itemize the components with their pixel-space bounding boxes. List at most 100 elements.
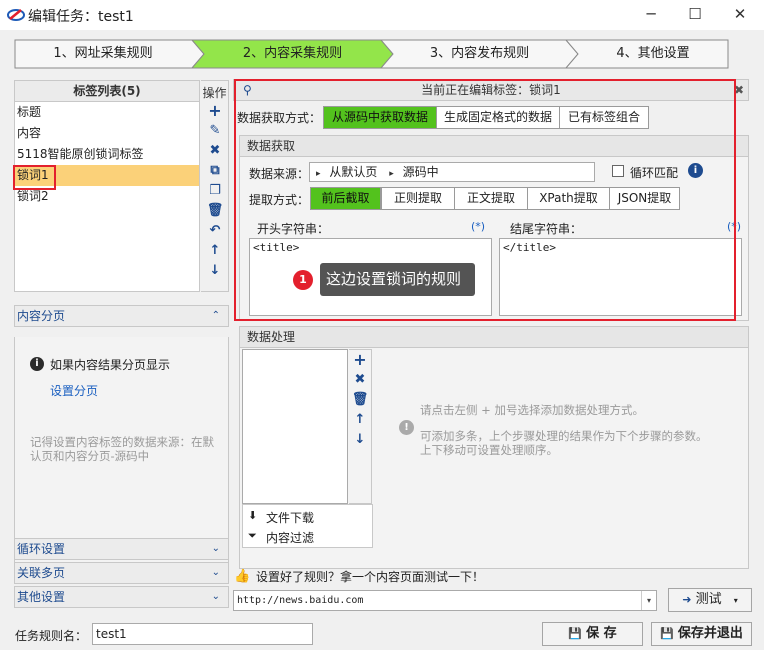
pencil-icon[interactable]: ✎ <box>201 121 229 141</box>
extract-before-after-button[interactable]: 前后截取 <box>310 187 381 210</box>
other-settings-label: 其他设置 <box>17 590 66 604</box>
ops-label: 操作 <box>202 86 227 100</box>
multi-page-label: 关联多页 <box>17 566 66 580</box>
source-path[interactable]: ▸ 从默认页 ▸ 源码中 <box>309 162 595 182</box>
close-icon[interactable]: ✖ <box>201 141 229 161</box>
callout-text: 这边设置锁词的规则 <box>320 263 476 296</box>
extract-regex-button[interactable]: 正则提取 <box>381 187 455 210</box>
end-string-label: 结尾字符串： <box>510 222 583 236</box>
arrow-up-icon[interactable]: ↑ <box>349 410 371 430</box>
content-paging-title: 内容分页 <box>17 309 66 323</box>
save-button[interactable]: 💾 保 存 <box>542 622 643 646</box>
save-exit-button[interactable]: 💾 保存并退出 <box>651 622 752 646</box>
test-prompt: 设置好了规则？拿一个内容页面测试一下！ <box>256 570 485 584</box>
fetch-method-label: 数据获取方式： <box>237 111 322 125</box>
window-title: 编辑任务：test1 <box>28 9 134 25</box>
trash-icon[interactable]: 🗑 <box>349 390 371 410</box>
tag-item-lockword1[interactable]: 锁词1 <box>15 165 199 186</box>
chevron-down-icon[interactable]: ▾ <box>641 591 656 610</box>
tag-list: 标题 内容 5118智能原创锁词标签 锁词1 锁词2 <box>14 102 200 292</box>
start-wildcard-link[interactable]: (*) <box>471 220 485 233</box>
loop-settings-bar[interactable]: 循环设置 ⌄ <box>14 538 229 560</box>
arrow-down-icon[interactable]: ↓ <box>349 430 371 450</box>
extract-json-button[interactable]: JSON提取 <box>609 187 680 210</box>
tag-operations: 操作 + ✎ ✖ ⧉ ❐ 🗑 ↶ ↑ ↓ <box>201 80 229 292</box>
download-icon: ⬇ <box>248 509 258 522</box>
save-icon: 💾 <box>660 627 674 640</box>
rule-name-label: 任务规则名： <box>15 629 88 643</box>
annotation-callout: 1 这边设置锁词的规则 <box>293 263 476 296</box>
loop-settings-label: 循环设置 <box>17 542 66 556</box>
step-content-rules[interactable]: 2、内容采集规则 <box>204 39 381 69</box>
process-ops: + ✖ 🗑 ↑ ↓ <box>349 349 372 504</box>
undo-icon[interactable]: ↶ <box>201 221 229 241</box>
close-button[interactable]: ✕ <box>717 0 763 30</box>
plus-icon[interactable]: + <box>201 101 229 121</box>
source-part-code: 源码中 <box>402 165 439 179</box>
process-list[interactable] <box>242 349 348 504</box>
save-exit-label: 保存并退出 <box>677 626 743 641</box>
paging-info-text: 如果内容结果分页显示 <box>50 358 171 372</box>
chevron-down-icon: ⌄ <box>211 591 220 602</box>
extract-label: 提取方式： <box>249 193 310 207</box>
pin-icon: ⚲ <box>243 83 252 97</box>
file-download-item[interactable]: 文件下载 <box>266 509 314 526</box>
minimize-button[interactable]: ─ <box>628 0 674 30</box>
main-area: 1、网址采集规则 2、内容采集规则 3、内容发布规则 4、其他设置 标签列表(5… <box>0 30 764 650</box>
chevron-down-icon: ⌄ <box>211 543 220 554</box>
title-bar: 编辑任务：test1 ─ ☐ ✕ <box>0 0 764 30</box>
arrow-down-icon[interactable]: ↓ <box>201 261 229 281</box>
source-part-default: 从默认页 <box>329 165 378 179</box>
paste-icon[interactable]: ❐ <box>201 181 229 201</box>
info-icon: i <box>30 357 44 371</box>
test-label: 测试 <box>695 592 722 607</box>
step-url-rules[interactable]: 1、网址采集规则 <box>14 39 192 69</box>
maximize-button[interactable]: ☐ <box>672 0 718 30</box>
set-paging-link[interactable]: 设置分页 <box>50 382 98 399</box>
process-hint-2: 可添加多条，上个步骤处理的结果作为下个步骤的参数。上下移动可设置处理顺序。 <box>420 429 708 457</box>
save-label: 保 存 <box>586 626 617 641</box>
tag-item-lockword2[interactable]: 锁词2 <box>15 186 199 207</box>
step-publish-rules[interactable]: 3、内容发布规则 <box>393 39 566 69</box>
step-other-settings[interactable]: 4、其他设置 <box>578 39 728 69</box>
data-fetch-title: 数据获取 <box>240 136 748 157</box>
chevron-up-icon: ⌃ <box>211 310 220 321</box>
arrow-up-icon[interactable]: ↑ <box>201 241 229 261</box>
copy-icon[interactable]: ⧉ <box>201 161 229 181</box>
multi-page-bar[interactable]: 关联多页 ⌄ <box>14 562 229 584</box>
info-icon: ! <box>399 420 414 435</box>
process-hint-1: 请点击左侧 + 加号选择添加数据处理方式。 <box>420 403 644 417</box>
editing-bar: ⚲ 当前正在编辑标签：锁词1 ✖ <box>233 79 749 101</box>
data-process-group: 数据处理 + ✖ 🗑 ↑ ↓ ⬇ 文件下载 ⏷ 内容过滤 请点击左侧 + 加号选… <box>239 326 749 569</box>
fetch-tag-combo-button[interactable]: 已有标签组合 <box>559 106 649 129</box>
data-process-title: 数据处理 <box>240 327 748 348</box>
test-url-input[interactable]: http://news.baidu.com <box>233 590 657 611</box>
tag-item-content[interactable]: 内容 <box>15 123 199 144</box>
tag-item-title[interactable]: 标题 <box>15 102 199 123</box>
close-icon[interactable]: ✖ <box>734 80 744 100</box>
start-string-label: 开头字符串： <box>257 222 330 236</box>
save-icon: 💾 <box>568 627 583 640</box>
content-filter-item[interactable]: 内容过滤 <box>266 529 314 546</box>
test-button[interactable]: ➜ 测试 ▾ <box>668 588 752 612</box>
end-string-input[interactable]: </title> <box>499 238 742 316</box>
editing-label: 当前正在编辑标签：锁词1 <box>421 83 561 97</box>
fetch-from-source-button[interactable]: 从源码中获取数据 <box>323 106 437 129</box>
paging-hint: 记得设置内容标签的数据来源：在默认页和内容分页-源码中 <box>30 435 214 463</box>
extract-body-button[interactable]: 正文提取 <box>454 187 528 210</box>
info-icon[interactable]: i <box>688 163 703 178</box>
tag-item-5118[interactable]: 5118智能原创锁词标签 <box>15 144 199 165</box>
other-settings-bar[interactable]: 其他设置 ⌄ <box>14 586 229 608</box>
close-icon[interactable]: ✖ <box>349 370 371 390</box>
rule-name-input[interactable]: test1 <box>92 623 313 645</box>
chevron-down-icon: ⌄ <box>211 567 220 578</box>
content-paging-bar[interactable]: 内容分页 ⌃ <box>14 305 229 327</box>
trash-icon[interactable]: 🗑 <box>201 201 229 221</box>
loop-match-checkbox[interactable] <box>612 165 624 177</box>
extract-xpath-button[interactable]: XPath提取 <box>527 187 610 210</box>
filter-icon: ⏷ <box>248 529 257 542</box>
end-wildcard-link[interactable]: (*) <box>727 220 747 233</box>
plus-icon[interactable]: + <box>349 350 371 370</box>
fetch-fixed-format-button[interactable]: 生成固定格式的数据 <box>436 106 560 129</box>
app-icon <box>7 9 25 21</box>
